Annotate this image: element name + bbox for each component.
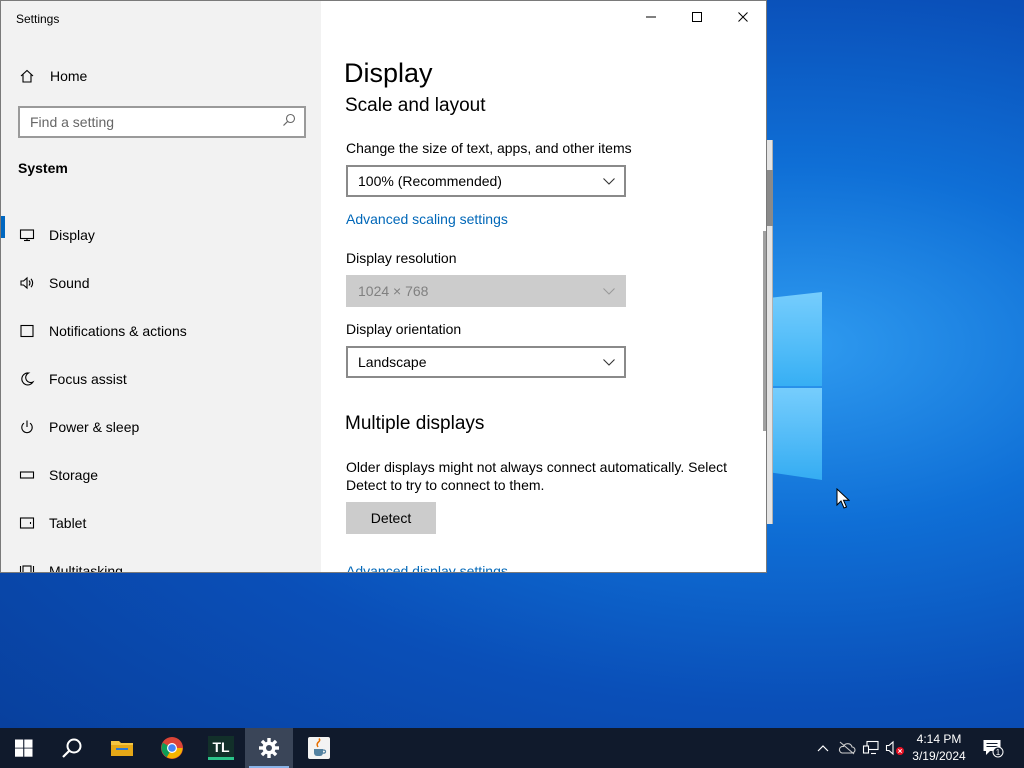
orientation-dropdown[interactable]: Landscape bbox=[346, 346, 626, 378]
sidebar-item-power-sleep[interactable]: Power & sleep bbox=[1, 403, 321, 451]
clock-time: 4:14 PM bbox=[916, 732, 962, 746]
sidebar-item-label: Sound bbox=[49, 275, 90, 291]
notification-count: 1 bbox=[996, 748, 1001, 757]
taskbar-search-button[interactable] bbox=[48, 728, 96, 768]
java-icon bbox=[308, 737, 330, 759]
sidebar-item-display[interactable]: Display bbox=[1, 211, 321, 259]
clock-date: 3/19/2024 bbox=[912, 749, 966, 763]
display-settings-content: Display Scale and layout Change the size… bbox=[344, 1, 754, 572]
tray-network[interactable] bbox=[860, 728, 882, 768]
advanced-display-link[interactable]: Advanced display settings bbox=[346, 563, 508, 572]
search-icon[interactable] bbox=[282, 113, 296, 132]
advanced-scaling-link[interactable]: Advanced scaling settings bbox=[346, 211, 508, 227]
sidebar-item-label: Storage bbox=[49, 467, 99, 483]
taskbar-chrome[interactable] bbox=[148, 728, 196, 768]
tablet-icon bbox=[18, 514, 36, 532]
search-input[interactable] bbox=[30, 114, 282, 130]
nav-list: Display Sound Notifications & actions Fo… bbox=[1, 211, 321, 573]
cloud-offline-icon bbox=[838, 741, 856, 755]
scale-label: Change the size of text, apps, and other… bbox=[346, 140, 632, 156]
chevron-up-icon bbox=[817, 745, 829, 752]
section-label-system: System bbox=[18, 160, 68, 176]
resolution-value: 1024 × 768 bbox=[358, 283, 429, 299]
taskbar-file-explorer[interactable] bbox=[98, 728, 146, 768]
taskbar-settings[interactable] bbox=[245, 728, 293, 768]
scale-value: 100% (Recommended) bbox=[358, 173, 502, 189]
monitor-icon bbox=[18, 226, 36, 244]
sidebar-item-label: Notifications & actions bbox=[49, 323, 187, 339]
speaker-icon bbox=[18, 274, 36, 292]
chevron-down-icon bbox=[603, 359, 615, 366]
sidebar-item-notifications[interactable]: Notifications & actions bbox=[1, 307, 321, 355]
home-icon bbox=[18, 67, 36, 85]
tray-onedrive[interactable] bbox=[836, 728, 858, 768]
sidebar-item-sound[interactable]: Sound bbox=[1, 259, 321, 307]
settings-icon bbox=[259, 738, 279, 758]
taskbar: TL 4:14 PM 3/19/2024 1 bbox=[0, 728, 1024, 768]
sidebar-item-focus-assist[interactable]: Focus assist bbox=[1, 355, 321, 403]
tray-overflow-button[interactable] bbox=[812, 728, 834, 768]
chevron-down-icon bbox=[603, 288, 615, 295]
background-window-edge bbox=[767, 140, 773, 524]
storage-icon bbox=[18, 466, 36, 484]
sidebar-item-label: Tablet bbox=[49, 515, 87, 531]
desktop-windows-logo bbox=[770, 288, 822, 480]
start-icon bbox=[15, 739, 33, 757]
sidebar-item-multitasking[interactable]: Multitasking bbox=[1, 547, 321, 573]
volume-muted-icon bbox=[885, 740, 904, 756]
resolution-label: Display resolution bbox=[346, 250, 457, 266]
sidebar-item-label: Multitasking bbox=[49, 563, 123, 573]
sidebar: Settings Home System Display bbox=[1, 1, 321, 573]
sidebar-item-tablet[interactable]: Tablet bbox=[1, 499, 321, 547]
chevron-down-icon bbox=[603, 178, 615, 185]
taskbar-tl-app[interactable]: TL bbox=[197, 728, 245, 768]
start-button[interactable] bbox=[0, 728, 48, 768]
settings-window: Settings Home System Display bbox=[0, 0, 767, 573]
taskbar-clock[interactable]: 4:14 PM 3/19/2024 bbox=[904, 731, 974, 765]
action-center-button[interactable]: 1 bbox=[978, 728, 1008, 768]
scale-dropdown[interactable]: 100% (Recommended) bbox=[346, 165, 626, 197]
content-scrollbar[interactable] bbox=[763, 231, 766, 431]
window-title: Settings bbox=[16, 12, 60, 26]
home-label: Home bbox=[50, 68, 88, 84]
search-icon bbox=[62, 738, 82, 758]
chrome-icon bbox=[161, 737, 183, 759]
tray-volume[interactable] bbox=[884, 728, 906, 768]
resolution-dropdown[interactable]: 1024 × 768 bbox=[346, 275, 626, 307]
orientation-value: Landscape bbox=[358, 354, 427, 370]
notification-icon: 1 bbox=[983, 740, 1004, 758]
multiple-displays-text: Older displays might not always connect … bbox=[346, 459, 728, 493]
multiple-displays-heading: Multiple displays bbox=[345, 413, 485, 434]
sidebar-item-storage[interactable]: Storage bbox=[1, 451, 321, 499]
moon-icon bbox=[18, 370, 36, 388]
sidebar-item-label: Power & sleep bbox=[49, 419, 140, 435]
file-explorer-icon bbox=[111, 741, 133, 756]
tl-app-icon: TL bbox=[208, 736, 234, 760]
multitasking-icon bbox=[18, 562, 36, 572]
detect-button[interactable]: Detect bbox=[346, 502, 436, 534]
network-icon bbox=[862, 740, 879, 755]
mouse-cursor-icon bbox=[836, 488, 850, 509]
taskbar-java[interactable] bbox=[295, 728, 343, 768]
notification-icon bbox=[18, 322, 36, 340]
sidebar-item-label: Display bbox=[49, 227, 95, 243]
power-icon bbox=[18, 418, 36, 436]
page-title: Display bbox=[344, 58, 433, 88]
orientation-label: Display orientation bbox=[346, 321, 462, 337]
scale-layout-heading: Scale and layout bbox=[345, 95, 486, 116]
sidebar-item-label: Focus assist bbox=[49, 371, 127, 387]
search-box[interactable] bbox=[18, 106, 306, 138]
home-nav-item[interactable]: Home bbox=[18, 65, 87, 87]
